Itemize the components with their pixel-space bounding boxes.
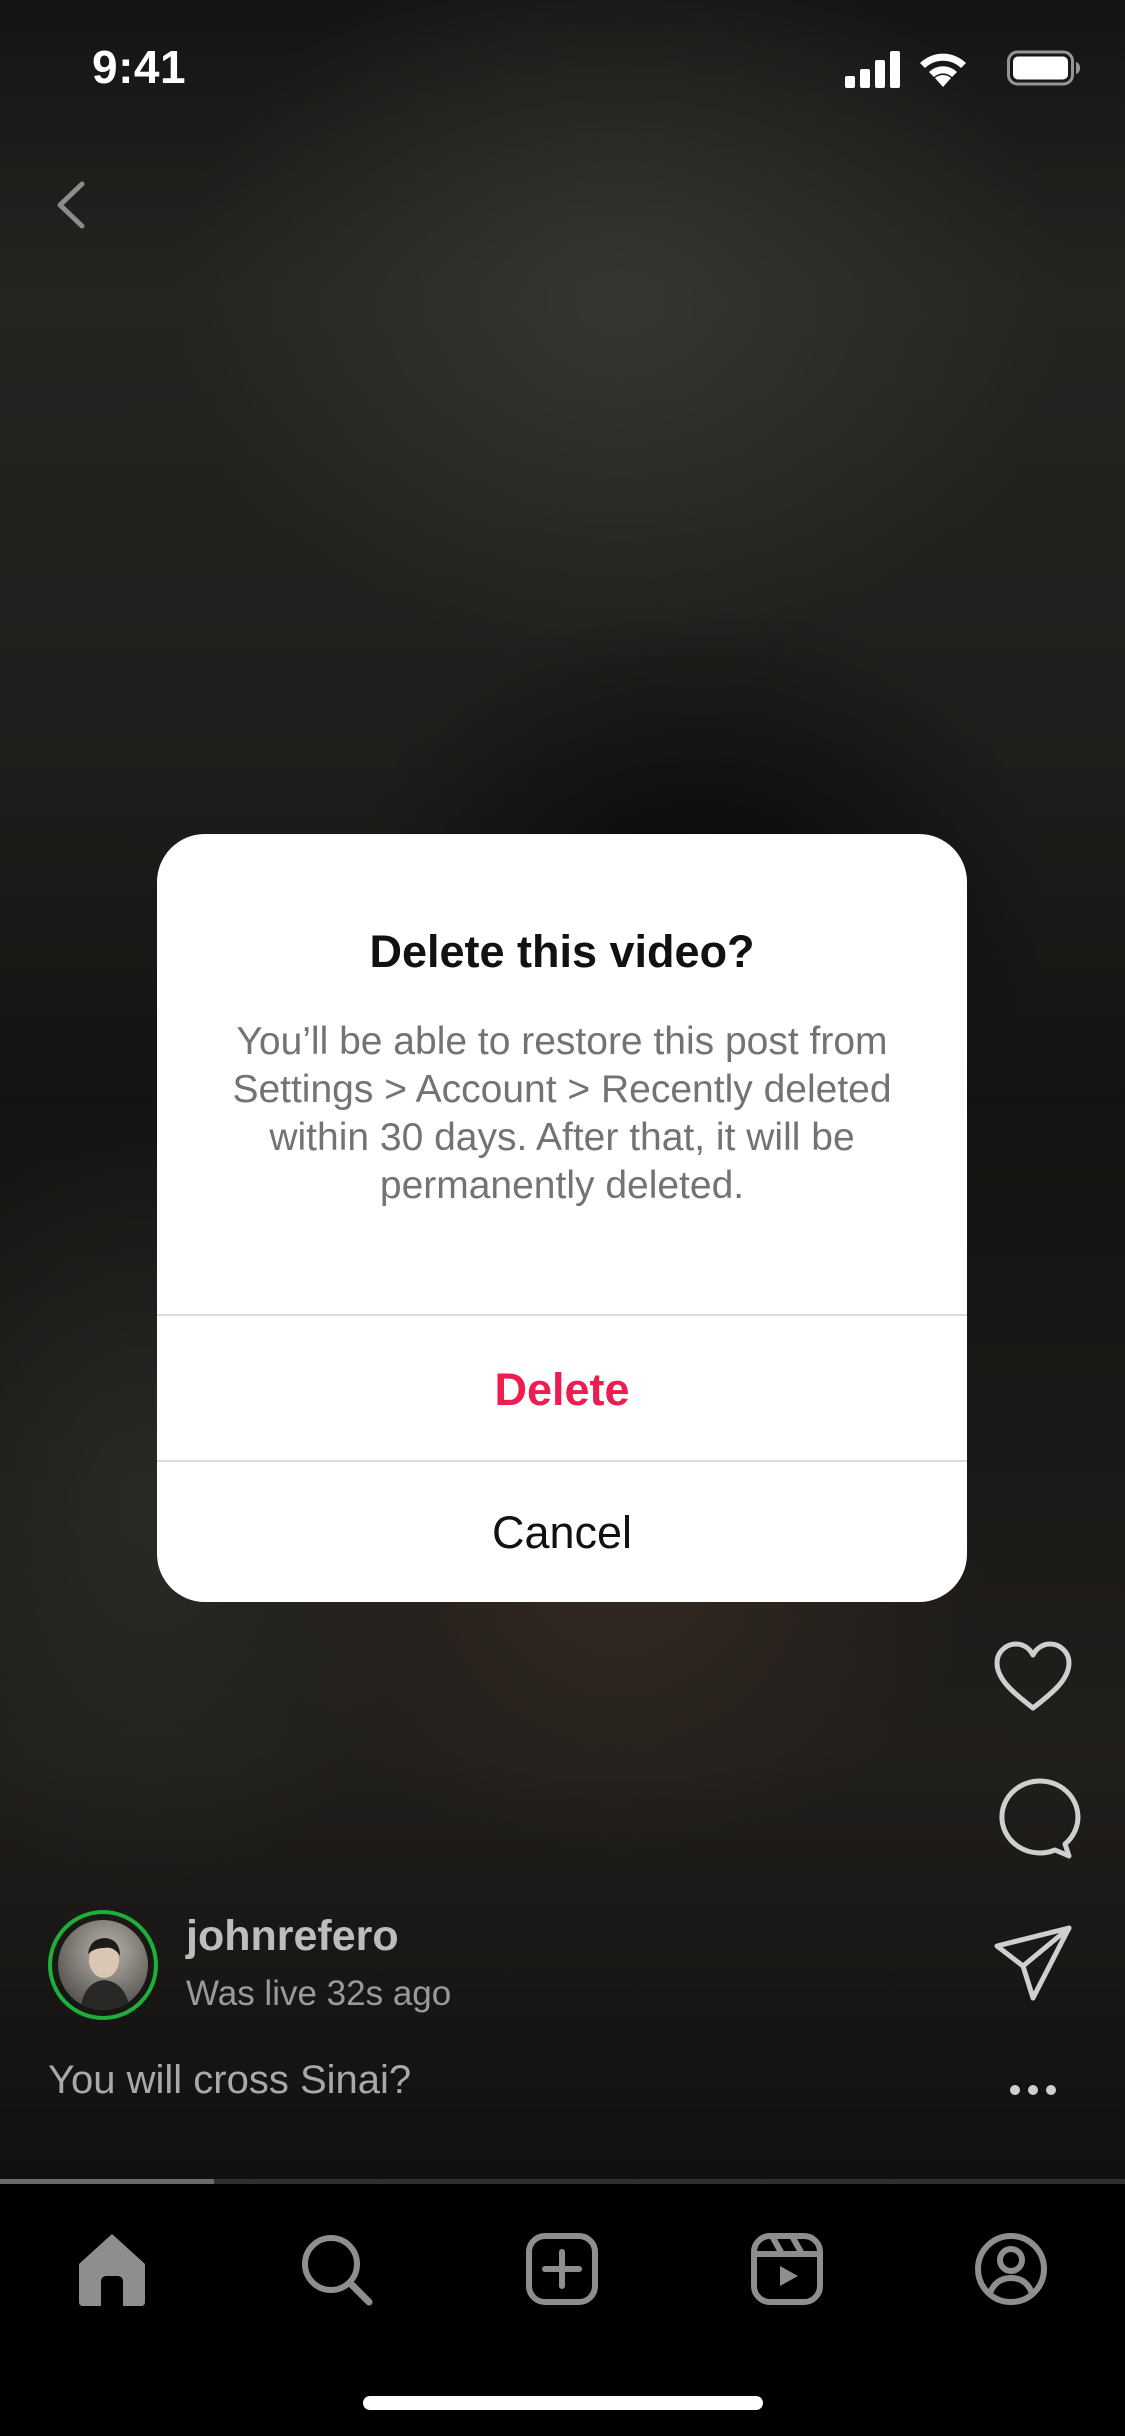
cellular-signal-icon [845, 51, 900, 88]
status-time: 9:41 [92, 41, 187, 93]
back-button[interactable] [40, 170, 110, 240]
delete-button[interactable]: Delete [157, 1318, 967, 1462]
delete-dialog: Delete this video? You’ll be able to res… [157, 834, 967, 1602]
battery-icon [1007, 50, 1080, 86]
search-icon [302, 2235, 373, 2306]
avatar[interactable] [48, 1910, 158, 2020]
username[interactable]: johnrefero [186, 1912, 399, 1961]
cancel-button[interactable]: Cancel [157, 1464, 967, 1602]
comment-icon [999, 1778, 1081, 1859]
dialog-divider [157, 1460, 967, 1462]
live-status: Was live 32s ago [186, 1974, 452, 2013]
profile-icon [975, 2233, 1047, 2305]
tab-reels[interactable] [732, 2214, 842, 2324]
home-indicator[interactable] [363, 2396, 763, 2410]
dialog-title: Delete this video? [369, 926, 755, 977]
reels-icon [751, 2233, 823, 2305]
caption: You will cross Sinai? [48, 2058, 412, 2102]
tab-create[interactable] [507, 2214, 617, 2324]
comment-button[interactable] [985, 1770, 1081, 1866]
tab-home[interactable] [57, 2214, 167, 2324]
home-icon [79, 2234, 145, 2306]
create-icon [526, 2233, 598, 2305]
more-options-button[interactable] [985, 2060, 1081, 2120]
tab-profile[interactable] [956, 2214, 1066, 2324]
share-icon [994, 1925, 1072, 2001]
tab-search[interactable] [281, 2214, 391, 2324]
share-button[interactable] [985, 1916, 1081, 2012]
reel-viewer-screen: 9:41 johnrefero Was live 32s ago You wil… [0, 0, 1125, 2436]
more-icon [1010, 2085, 1056, 2095]
avatar-image [58, 1920, 148, 2010]
wifi-icon [920, 53, 966, 87]
like-button[interactable] [985, 1630, 1081, 1726]
chevron-left-icon [57, 181, 85, 229]
dialog-message: You’ll be able to restore this post from… [232, 1020, 892, 1207]
status-bar: 9:41 [0, 0, 1125, 140]
dialog-divider [157, 1314, 967, 1316]
heart-icon [994, 1641, 1072, 1711]
